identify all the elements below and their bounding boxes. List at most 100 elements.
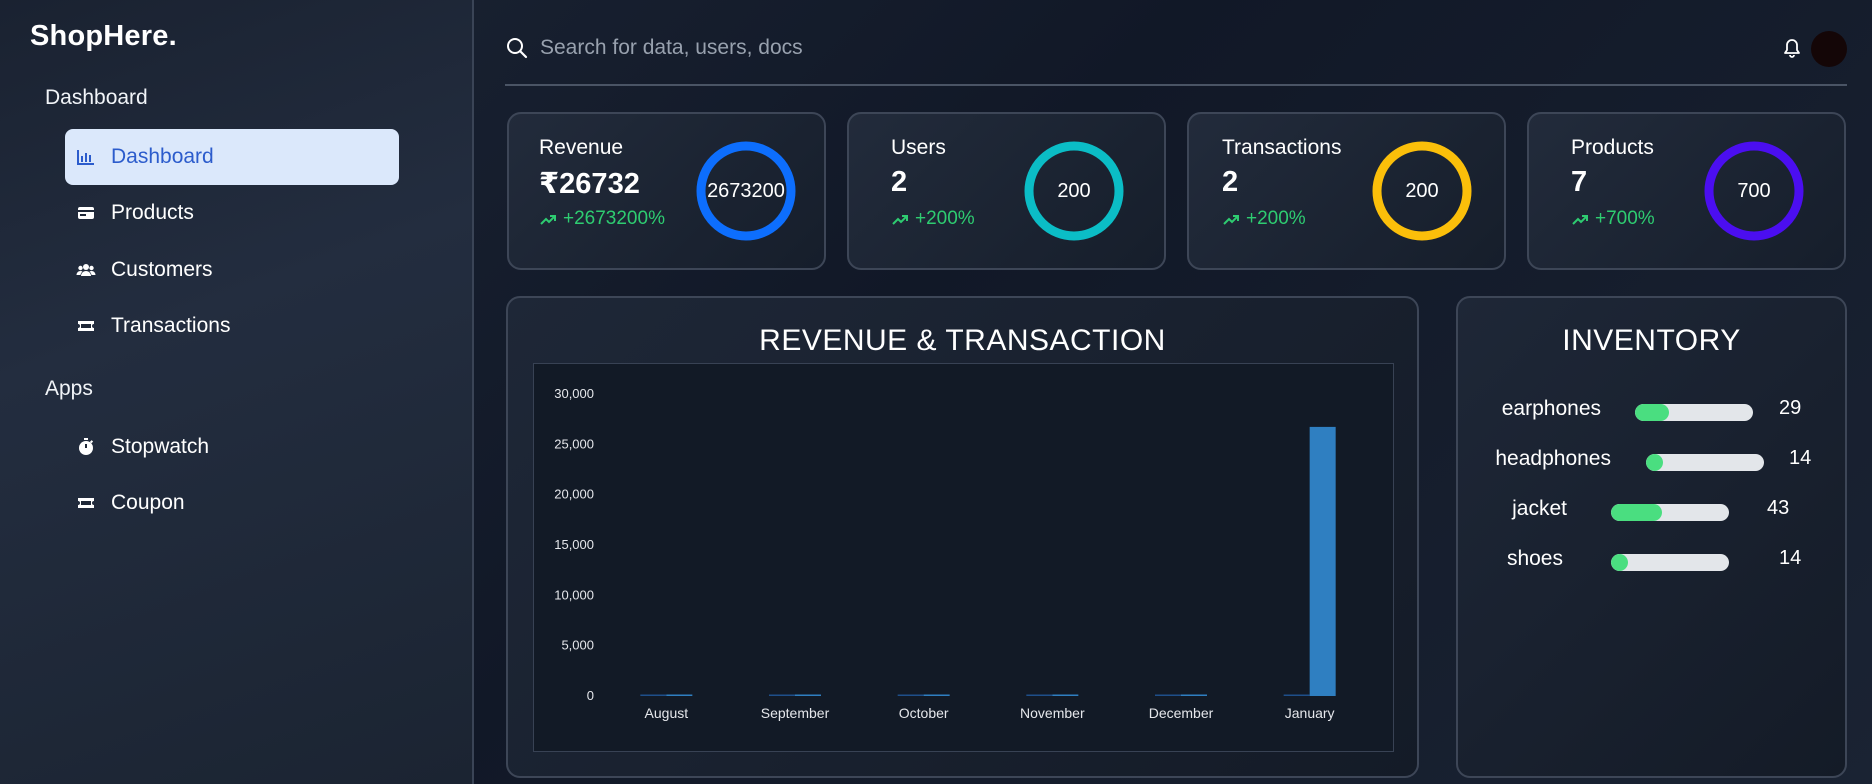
stat-value: 2 [891,166,908,198]
inventory-progress-fill [1635,404,1670,421]
stat-label: Users [891,136,946,159]
bar-chart-svg: 0 5,000 10,000 15,000 20,000 25,000 30,000 Augu… [554,386,1336,721]
y-tick-label: 5,000 [561,638,594,653]
stat-value: 7 [1571,166,1588,198]
chart-bar[interactable] [1155,694,1181,697]
topbar [505,24,1847,86]
chart-bar[interactable] [897,694,924,697]
stat-ring: 200 [1372,141,1472,241]
x-tick-label: November [1020,705,1085,721]
stat-value: 2 [1222,166,1239,198]
sidebar-item-stopwatch[interactable]: Stopwatch [65,419,399,475]
stat-ring: 2673200 [696,141,796,241]
stat-label: Products [1571,136,1654,159]
chart-bar[interactable] [1026,694,1053,697]
chart-bar[interactable] [1052,694,1079,697]
stat-card-products: Products 7 +700% 700 [1527,112,1846,270]
y-tick-label: 20,000 [554,487,594,502]
inventory-item-name: shoes [1506,547,1563,570]
inventory-progress-bar [1611,504,1729,521]
stat-change: +2673200% [539,208,665,230]
app-logo[interactable]: ShopHere. [30,20,177,53]
sidebar-item-dashboard[interactable]: Dashboard [65,129,399,185]
bell-icon[interactable] [1781,37,1803,59]
sidebar-item-customers[interactable]: Customers [65,242,399,298]
trending-up-icon [540,215,556,225]
inventory-item-name: headphones [1495,447,1611,470]
chart-bar[interactable] [666,694,693,697]
inventory-row-headphones: headphones 14 [1458,447,1845,477]
sidebar: ShopHere. Dashboard Dashboard Products C… [0,0,474,784]
stat-label: Transactions [1222,136,1342,159]
y-tick-label: 0 [587,688,594,703]
chart-panel: REVENUE & TRANSACTION 0 5,000 10,000 15,000… [506,296,1419,778]
card-icon [75,202,97,224]
stat-ring-value: 2673200 [707,179,785,202]
inventory-title: INVENTORY [1562,324,1741,357]
inventory-row-shoes: shoes 14 [1458,547,1845,577]
inventory-item-qty: 14 [1789,447,1812,469]
x-tick-label: September [761,705,830,721]
y-tick-label: 10,000 [554,587,594,602]
inventory-item-name: jacket [1512,497,1567,520]
sidebar-item-label: Transactions [111,314,231,337]
y-tick-label: 25,000 [554,436,594,451]
inventory-item-qty: 29 [1779,397,1802,419]
stat-change-text: +700% [1595,208,1655,229]
chart-bar[interactable] [1181,694,1207,697]
search-input[interactable] [540,30,1240,66]
x-tick-label: August [645,705,689,721]
sidebar-item-products[interactable]: Products [65,185,399,241]
inventory-item-name: earphones [1501,397,1601,420]
users-icon [75,259,97,281]
y-tick-label: 30,000 [554,386,594,401]
stat-card-transactions: Transactions 2 +200% 200 [1187,112,1506,270]
sidebar-item-transactions[interactable]: Transactions [65,298,399,354]
section-title-dashboard: Dashboard [45,86,148,109]
sidebar-item-label: Customers [111,258,213,281]
sidebar-item-coupon[interactable]: Coupon [65,475,399,531]
stat-ring: 200 [1024,141,1124,241]
chart-bar[interactable] [640,694,667,697]
chart-bar[interactable] [923,694,950,697]
inventory-panel: INVENTORY earphones 29 headphones 14 jac… [1456,296,1847,778]
trending-up-icon [1572,215,1588,225]
sidebar-item-label: Products [111,201,194,224]
stat-change: +700% [1571,208,1655,230]
inventory-row-earphones: earphones 29 [1458,397,1845,427]
inventory-item-qty: 43 [1767,497,1790,519]
chart-bar[interactable] [769,694,795,697]
trending-up-icon [1223,215,1239,225]
stopwatch-icon [75,436,97,458]
stat-change: +200% [1222,208,1306,230]
chart-bar[interactable] [1283,694,1310,697]
stat-value: ₹26732 [539,168,640,200]
chart-bar[interactable] [795,694,821,697]
chart-bar[interactable] [1309,426,1336,696]
stat-card-users: Users 2 +200% 200 [847,112,1166,270]
stat-label: Revenue [539,136,624,159]
inventory-row-jacket: jacket 43 [1458,497,1845,527]
x-tick-label: October [899,705,949,721]
stat-change-text: +200% [1246,208,1306,229]
sidebar-item-label: Dashboard [111,145,214,168]
inventory-progress-bar [1611,554,1729,571]
avatar[interactable] [1811,31,1847,67]
trending-up-icon [892,215,908,225]
y-tick-label: 15,000 [554,537,594,552]
sidebar-item-label: Coupon [111,491,185,514]
inventory-progress-bar [1635,404,1753,421]
sidebar-item-label: Stopwatch [111,435,210,458]
section-title-apps: Apps [45,377,93,400]
inventory-progress-bar [1646,454,1764,471]
inventory-progress-fill [1611,504,1662,521]
bar-chart-icon [75,146,97,168]
stat-change: +200% [891,208,975,230]
ticket-icon [75,315,97,337]
stat-card-revenue: Revenue ₹26732 +2673200% 2673200 [507,112,826,270]
search-icon[interactable] [505,36,529,60]
stat-ring-value: 200 [1405,179,1439,202]
inventory-progress-fill [1646,454,1663,471]
bar-chart: 0 5,000 10,000 15,000 20,000 25,000 30,000 Augu… [533,363,1394,752]
chart-title: REVENUE & TRANSACTION [759,324,1166,357]
